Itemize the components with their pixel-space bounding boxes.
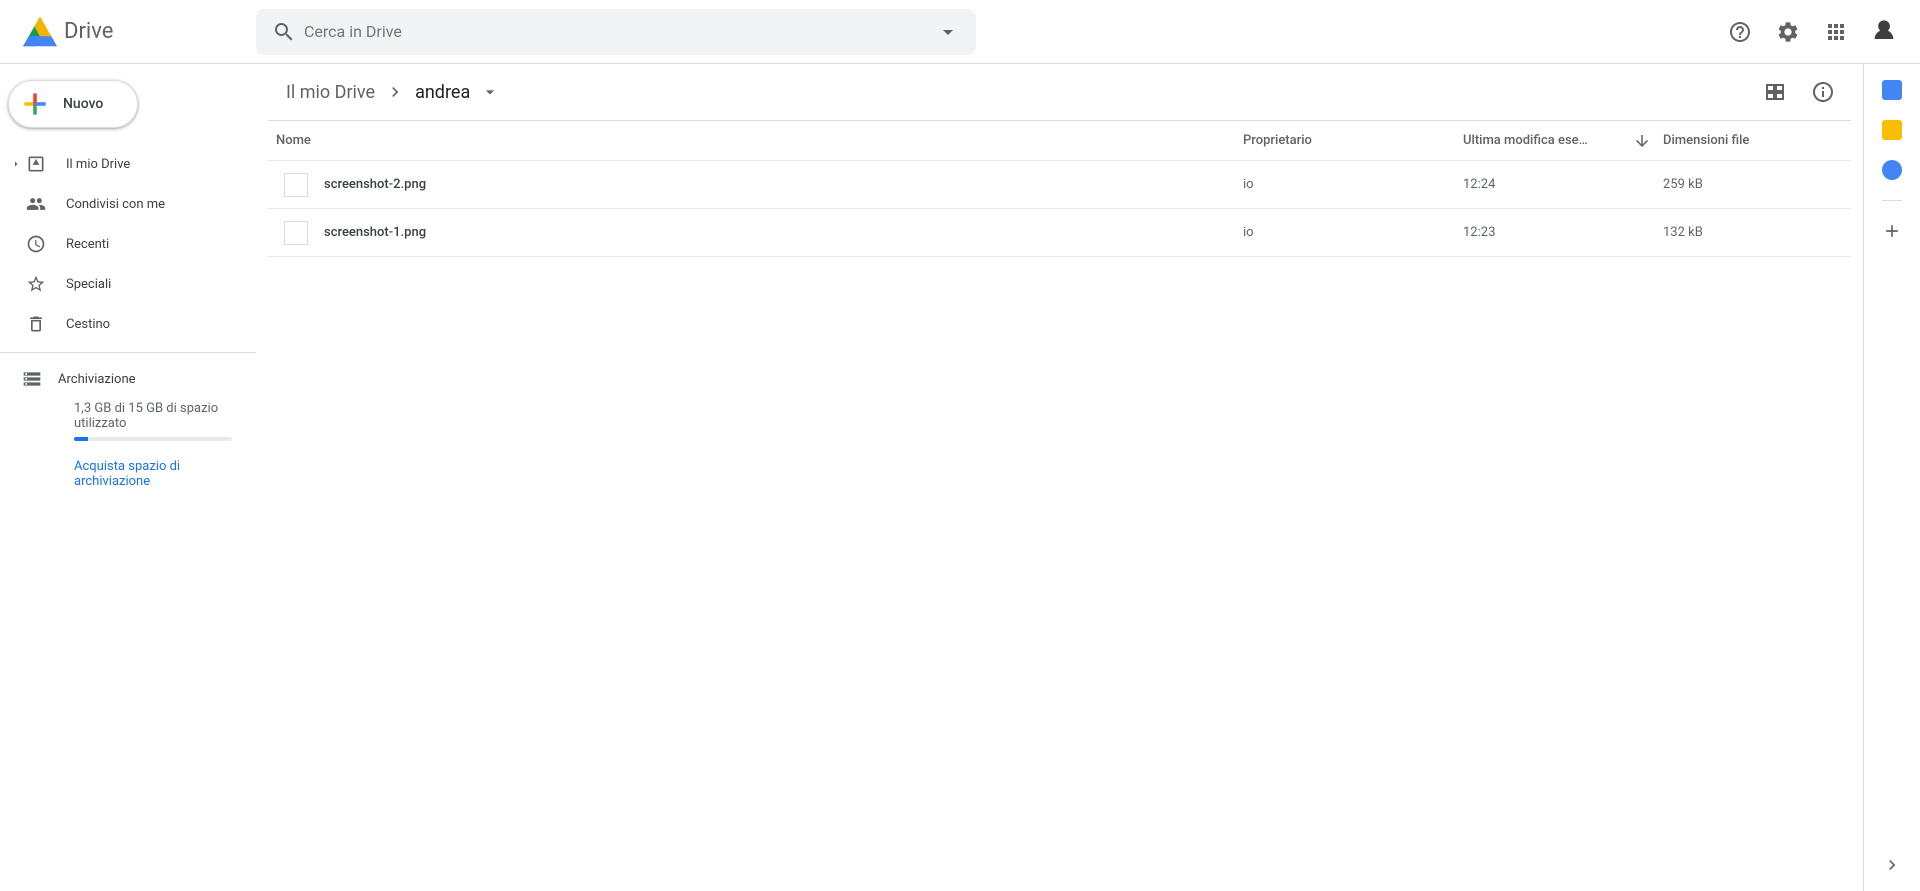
star-icon	[24, 272, 48, 296]
file-owner: io	[1243, 225, 1463, 240]
people-icon	[24, 192, 48, 216]
storage-text: 1,3 GB di 15 GB di spazio utilizzato	[74, 401, 232, 431]
search-input[interactable]	[304, 22, 928, 41]
file-modified: 12:23	[1463, 225, 1663, 240]
table-header: Nome Proprietario Ultima modifica ese… D…	[268, 121, 1851, 161]
new-button[interactable]: Nuovo	[8, 80, 138, 128]
settings-icon[interactable]	[1768, 12, 1808, 52]
sidebar-item-label: Speciali	[66, 277, 111, 292]
file-size: 259 kB	[1663, 177, 1843, 192]
logo-area[interactable]: Drive	[8, 12, 256, 52]
account-avatar[interactable]	[1864, 12, 1904, 52]
buy-storage-link[interactable]: Acquista spazio di archiviazione	[74, 459, 232, 489]
drive-icon	[24, 152, 48, 176]
image-thumb-icon	[284, 221, 308, 245]
table-row[interactable]: screenshot-1.png io 12:23 132 kB	[268, 209, 1851, 257]
plus-icon	[19, 88, 51, 120]
sidebar-item-label: Condivisi con me	[66, 197, 165, 212]
storage-section: Archiviazione 1,3 GB di 15 GB di spazio …	[0, 361, 256, 489]
file-size: 132 kB	[1663, 225, 1843, 240]
search-bar[interactable]	[256, 9, 976, 55]
sidebar-item-label: Recenti	[66, 237, 109, 252]
col-name[interactable]: Nome	[276, 133, 1243, 148]
image-thumb-icon	[284, 173, 308, 197]
search-options-icon[interactable]	[928, 12, 968, 52]
sort-down-icon	[1633, 132, 1651, 150]
file-owner: io	[1243, 177, 1463, 192]
clock-icon	[24, 232, 48, 256]
app-name: Drive	[64, 19, 113, 44]
col-size[interactable]: Dimensioni file	[1663, 133, 1843, 148]
header: Drive	[0, 0, 1920, 64]
grid-view-icon[interactable]	[1755, 72, 1795, 112]
new-button-label: Nuovo	[63, 96, 103, 112]
add-addon-icon[interactable]	[1882, 221, 1902, 241]
main-content: Il mio Drive andrea Nome Proprietario Ul…	[256, 64, 1864, 891]
help-icon[interactable]	[1720, 12, 1760, 52]
apps-icon[interactable]	[1816, 12, 1856, 52]
breadcrumb-dropdown-icon[interactable]	[480, 82, 500, 102]
collapse-panel-icon[interactable]	[1882, 855, 1902, 875]
file-modified: 12:24	[1463, 177, 1663, 192]
file-table: Nome Proprietario Ultima modifica ese… D…	[268, 120, 1851, 257]
storage-bar	[74, 437, 232, 441]
file-name: screenshot-2.png	[324, 177, 426, 192]
info-icon[interactable]	[1803, 72, 1843, 112]
side-panel	[1864, 64, 1920, 891]
tasks-icon[interactable]	[1882, 160, 1902, 180]
sidebar-item-starred[interactable]: Speciali	[0, 264, 256, 304]
storage-icon	[20, 369, 44, 389]
breadcrumb-root[interactable]: Il mio Drive	[278, 78, 383, 107]
col-modified-label: Ultima modifica ese…	[1463, 133, 1588, 148]
storage-title: Archiviazione	[58, 372, 136, 387]
sidebar-item-storage[interactable]: Archiviazione	[20, 369, 232, 389]
chevron-right-icon	[8, 158, 24, 170]
sidebar-item-recent[interactable]: Recenti	[0, 224, 256, 264]
col-modified[interactable]: Ultima modifica ese…	[1463, 132, 1663, 150]
table-row[interactable]: screenshot-2.png io 12:24 259 kB	[268, 161, 1851, 209]
sidebar-item-shared[interactable]: Condivisi con me	[0, 184, 256, 224]
chevron-right-icon	[385, 82, 405, 102]
sidebar-item-label: Cestino	[66, 317, 110, 332]
keep-icon[interactable]	[1882, 120, 1902, 140]
calendar-icon[interactable]	[1882, 80, 1902, 100]
sidebar: Nuovo Il mio Drive Condivisi con me Rece…	[0, 64, 256, 891]
sidebar-item-trash[interactable]: Cestino	[0, 304, 256, 344]
search-icon[interactable]	[264, 12, 304, 52]
col-owner[interactable]: Proprietario	[1243, 133, 1463, 148]
trash-icon	[24, 312, 48, 336]
sidebar-item-my-drive[interactable]: Il mio Drive	[0, 144, 256, 184]
drive-logo-icon	[20, 12, 60, 52]
sidebar-item-label: Il mio Drive	[66, 157, 130, 172]
breadcrumb-current[interactable]: andrea	[407, 78, 478, 107]
file-name: screenshot-1.png	[324, 225, 426, 240]
breadcrumb: Il mio Drive andrea	[268, 64, 1851, 120]
